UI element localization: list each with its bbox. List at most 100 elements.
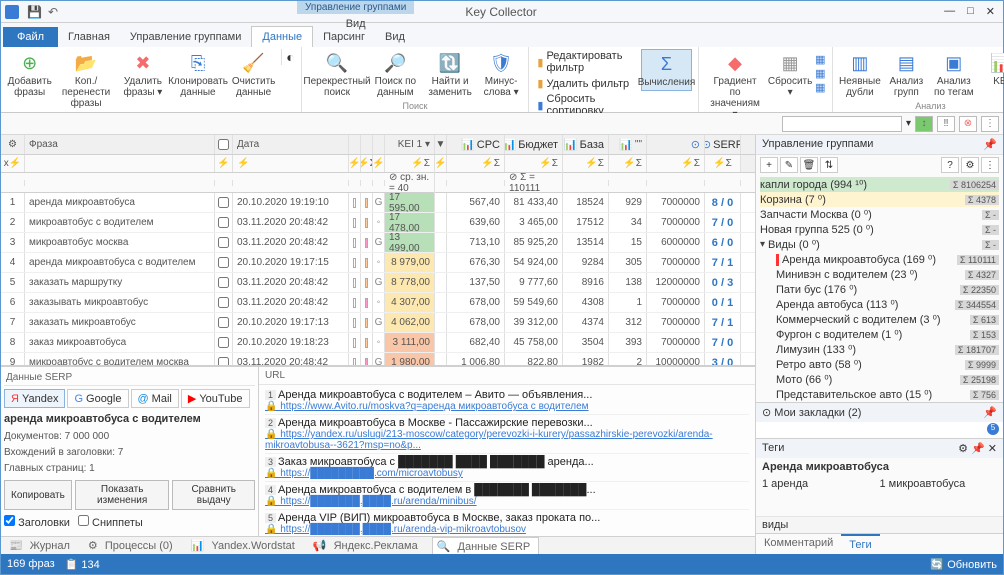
table-row[interactable]: 1аренда микроавтобуса20.10.2020 19:19:10… [1, 193, 755, 213]
marker-icon[interactable]: ▦ [815, 53, 825, 66]
tab-wordstat[interactable]: 📊 Yandex.Wordstat [187, 537, 303, 554]
tb-btn[interactable]: ↕ [915, 116, 933, 132]
table-row[interactable]: 6заказывать микроавтобус03.11.2020 20:48… [1, 293, 755, 313]
table-row[interactable]: 3микроавтобус москва03.11.2020 20:48:42G… [1, 233, 755, 253]
group-item[interactable]: Фургон с водителем (1 ⁰)Σ 153 [760, 327, 999, 342]
copy-phrases-button[interactable]: 📂Коп./перенести фразы [56, 49, 115, 111]
refresh-button[interactable]: 🔄 Обновить [930, 559, 997, 571]
tab-comment[interactable]: Комментарий [756, 534, 841, 554]
serp-panel-left: Данные SERP ЯYandex GGoogle @Mail ▶YouTu… [1, 367, 259, 536]
bottom-tabs: 📰 Журнал ⚙ Процессы (0) 📊 Yandex.Wordsta… [1, 536, 755, 554]
group-item[interactable]: капли города (994 ¹⁰)Σ 8106254 [760, 177, 999, 192]
tab-tags[interactable]: Теги [841, 534, 879, 554]
kei-button[interactable]: 📊KEI [980, 49, 1004, 89]
table-row[interactable]: 2микроавтобус с водителем03.11.2020 20:4… [1, 213, 755, 233]
marker-icon[interactable]: ▦ [815, 81, 825, 94]
search-data-button[interactable]: 🔎Поиск по данным [370, 49, 420, 100]
serp-item[interactable]: 4Аренда микроавтобуса с водителем в ████… [265, 482, 749, 510]
analyze-tags-button[interactable]: ▣Анализ по тегам [931, 49, 976, 100]
file-tab[interactable]: Файл [3, 27, 58, 47]
compare-button[interactable]: Сравнить выдачу [172, 480, 255, 510]
table-row[interactable]: 5заказать маршрутку03.11.2020 20:48:42G8… [1, 273, 755, 293]
tab-serp[interactable]: 🔍 Данные SERP [432, 537, 540, 555]
table-row[interactable]: 4аренда микроавтобуса с водителем20.10.2… [1, 253, 755, 273]
cross-search-button[interactable]: 🔍Перекрестный поиск [308, 49, 367, 100]
copy-button[interactable]: Копировать [4, 480, 72, 510]
col-kei[interactable]: KEI 1 ▾ [385, 135, 435, 154]
edit-group-icon[interactable]: ✎ [780, 157, 798, 173]
table-row[interactable]: 9микроавтобус с водителем москва03.11.20… [1, 353, 755, 365]
toolbar-strip: ▾ ↕ ‼ ⊗ ⋮ [1, 113, 1003, 135]
minus-words-button[interactable]: 🛡Минус-слова ▾ [480, 49, 523, 100]
tb-btn[interactable]: ⋮ [981, 116, 999, 132]
tab-yareklama[interactable]: 📢 Яндекс.Реклама [309, 537, 426, 554]
delete-filter-button[interactable]: ▮Удалить фильтр [535, 76, 637, 91]
tb-btn[interactable]: ‼ [937, 116, 955, 132]
serp-item[interactable]: 3Заказ микроавтобуса с ███████ ████ ████… [265, 454, 749, 482]
delete-group-icon[interactable]: 🗑 [800, 157, 818, 173]
delete-phrases-button[interactable]: ✖Удалить фразы ▾ [120, 49, 166, 100]
tab-main[interactable]: Главная [58, 27, 120, 47]
clear-data-button[interactable]: 🧹Очистить данные [230, 49, 277, 100]
group-item[interactable]: Пати бус (176 ⁰)Σ 22350 [760, 282, 999, 297]
minimize-icon[interactable]: — [944, 5, 955, 18]
serp-item[interactable]: 5Аренда VIP (ВИП) микроавтобуса в Москве… [265, 510, 749, 536]
engine-yandex[interactable]: ЯYandex [4, 389, 65, 408]
group-item[interactable]: Новая группа 525 (0 ⁰)Σ - [760, 222, 999, 237]
clone-data-button[interactable]: ⎘Клонировать данные [170, 49, 226, 100]
group-item[interactable]: ▾ Виды (0 ⁰)Σ - [760, 237, 999, 252]
tb-btn[interactable]: ⊗ [959, 116, 977, 132]
serp-item[interactable]: 1Аренда микроавтобуса с водителем – Авит… [265, 387, 749, 415]
qat-undo-icon[interactable]: ↶ [48, 5, 58, 19]
group-item[interactable]: Мото (66 ⁰)Σ 25198 [760, 372, 999, 387]
engine-mail[interactable]: @Mail [131, 389, 179, 408]
groups-panel: Управление группами📌 + ✎ 🗑 ⇅ ? ⚙ ⋮ капли… [755, 135, 1003, 554]
close-icon[interactable]: ✕ [986, 5, 995, 18]
col-phrase[interactable]: Фраза [25, 135, 215, 154]
col-serp[interactable]: ⊙SERP [705, 135, 741, 154]
toggle-icon[interactable]: ◐ [286, 49, 294, 65]
col-check[interactable] [215, 135, 233, 154]
group-item[interactable]: Аренда автобуса (113 ⁰)Σ 344554 [760, 297, 999, 312]
filter-input[interactable] [782, 116, 902, 132]
add-phrases-button[interactable]: ⊕Добавить фразы [7, 49, 52, 100]
group-item[interactable]: Лимузин (133 ⁰)Σ 181707 [760, 342, 999, 357]
engine-youtube[interactable]: ▶YouTube [181, 389, 250, 408]
col-cpc[interactable]: 📊CPC [447, 135, 505, 154]
col-base[interactable]: 📊База [563, 135, 609, 154]
calculations-button[interactable]: ΣВычисления [641, 49, 692, 91]
group-item[interactable]: Коммерческий с водителем (3 ⁰)Σ 613 [760, 312, 999, 327]
tab-journal[interactable]: 📰 Журнал [5, 537, 78, 554]
reset-colors-button[interactable]: ▦Сбросить ▾ [769, 49, 811, 100]
tab-groups[interactable]: Управление группами [120, 27, 251, 47]
edit-filter-button[interactable]: ▮Редактировать фильтр [535, 49, 637, 75]
replace-button[interactable]: 🔃Найти и заменить [424, 49, 475, 100]
serp-item[interactable]: 2Аренда микроавтобуса в Москве - Пассажи… [265, 415, 749, 454]
window-controls: — □ ✕ [944, 5, 995, 18]
marker-icon[interactable]: ▦ [815, 67, 825, 80]
table-row[interactable]: 8заказ микроавтобуса20.10.2020 19:18:23◦… [1, 333, 755, 353]
col-budget[interactable]: 📊Бюджет [505, 135, 563, 154]
quick-access: 💾 ↶ [27, 5, 58, 19]
show-changes-button[interactable]: Показать изменения [75, 480, 170, 510]
maximize-icon[interactable]: □ [967, 5, 974, 18]
group-item[interactable]: Запчасти Москва (0 ⁰)Σ - [760, 207, 999, 222]
group-item[interactable]: Представительское авто (15 ⁰)Σ 756 [760, 387, 999, 402]
pin-icon[interactable]: 📌 [983, 138, 997, 151]
group-item[interactable]: Ретро авто (58 ⁰)Σ 9999 [760, 357, 999, 372]
group-item[interactable]: Аренда микроавтобуса (169 ⁰)Σ 110111 [760, 252, 999, 267]
add-group-icon[interactable]: + [760, 157, 778, 173]
tab-processes[interactable]: ⚙ Процессы (0) [84, 537, 181, 554]
serp-results: URL 1Аренда микроавтобуса с водителем – … [259, 367, 755, 536]
bookmarks-header[interactable]: ⊙ Мои закладки (2)📌 [756, 402, 1003, 422]
gradient-button[interactable]: ◆Градиент по значениям ▾ [705, 49, 765, 122]
table-row[interactable]: 7заказать микроавтобус20.10.2020 19:17:1… [1, 313, 755, 333]
group-item[interactable]: Корзина (7 ⁰)Σ 4378 [760, 192, 999, 207]
engine-google[interactable]: GGoogle [67, 389, 128, 408]
group-item[interactable]: Минивэн с водителем (23 ⁰)Σ 4327 [760, 267, 999, 282]
implicit-dupes-button[interactable]: ▥Неявные дубли [839, 49, 882, 100]
analyze-groups-button[interactable]: ▤Анализ групп [885, 49, 927, 100]
qat-save-icon[interactable]: 💾 [27, 5, 42, 19]
col-date[interactable]: Дата [233, 135, 349, 154]
col-rownum[interactable]: ⚙ [1, 135, 25, 154]
